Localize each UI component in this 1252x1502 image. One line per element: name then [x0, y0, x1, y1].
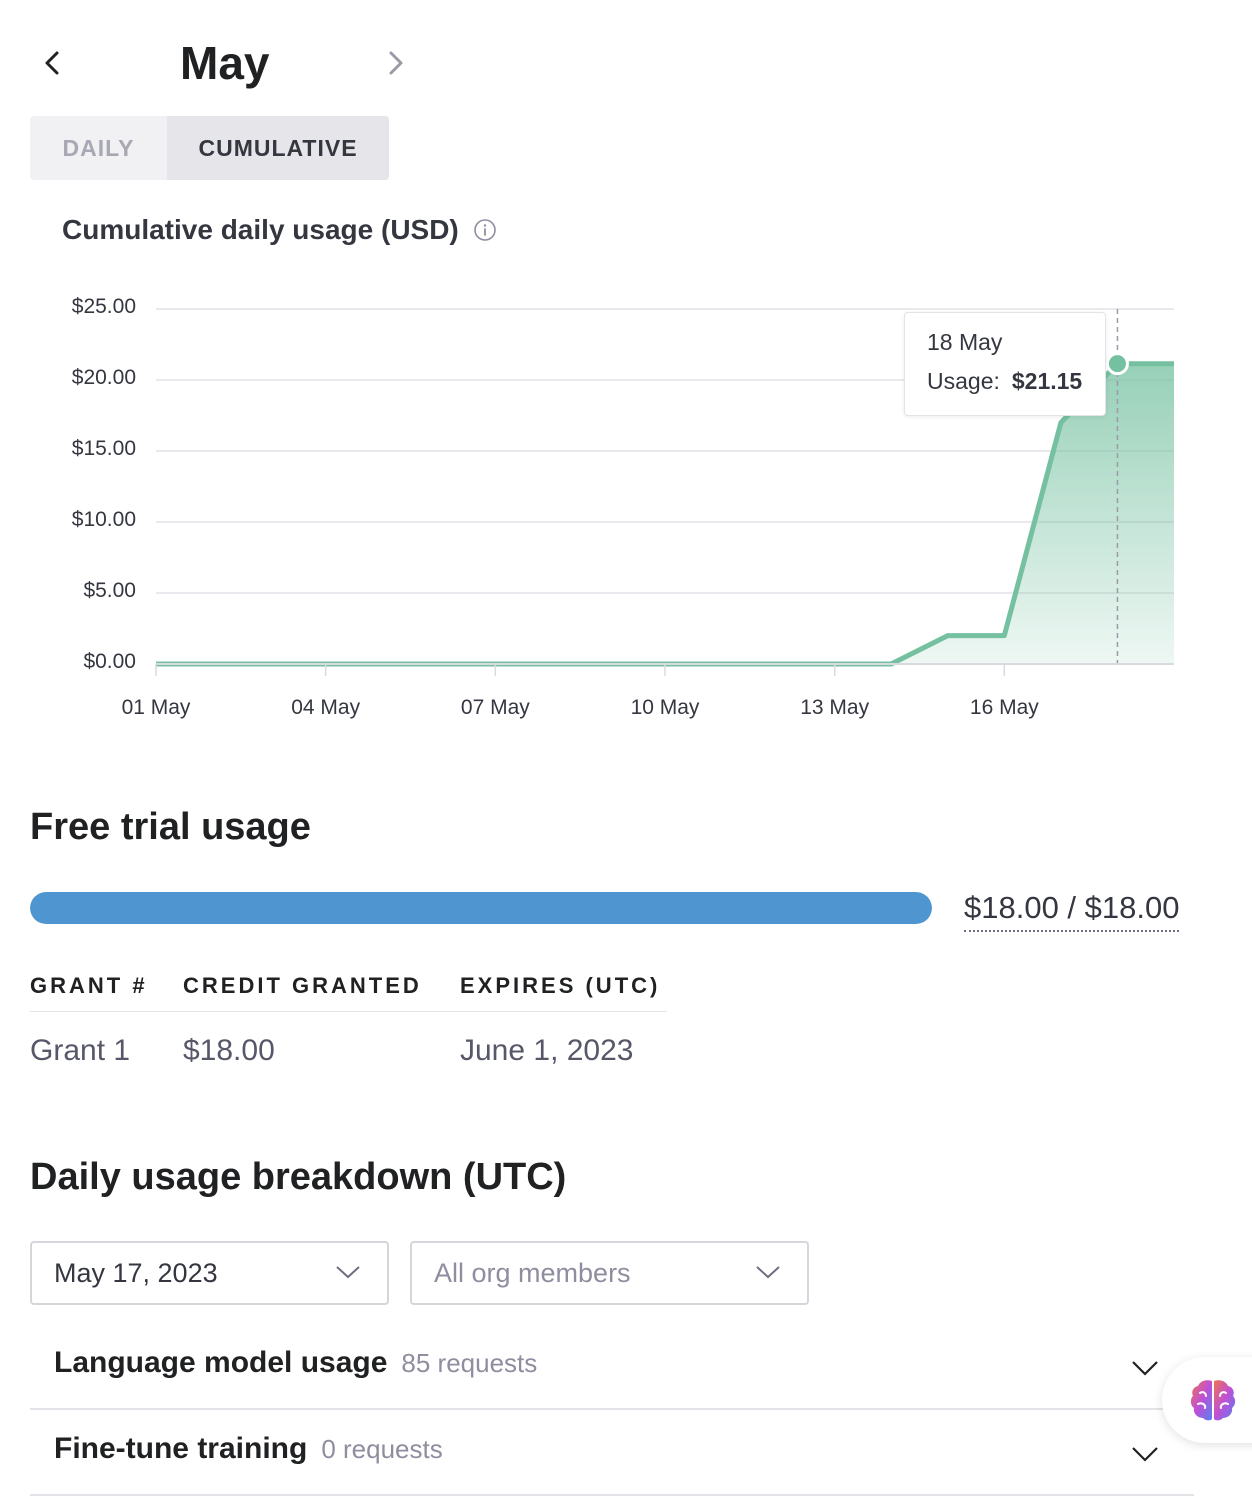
free-trial-progress-bar: [30, 892, 932, 924]
y-tick-label: $15.00: [72, 437, 136, 460]
date-select-value: May 17, 2023: [54, 1257, 218, 1288]
view-toggle: DAILY CUMULATIVE: [30, 116, 389, 180]
x-tick-label: 01 May: [122, 696, 191, 719]
date-select[interactable]: May 17, 2023: [30, 1241, 389, 1305]
grant-table: GRANT # CREDIT GRANTED EXPIRES (UTC) Gra…: [30, 960, 667, 1090]
y-tick-label: $0.00: [83, 650, 136, 673]
y-tick-label: $5.00: [83, 579, 136, 602]
accordion-title-text: Language model usage: [54, 1346, 388, 1379]
header-grant-number: GRANT #: [30, 972, 148, 998]
fine-tune-training-row[interactable]: Fine-tune training 0 requests: [30, 1410, 1194, 1496]
free-trial-progress-text[interactable]: $18.00 / $18.00: [964, 890, 1180, 932]
brain-icon: [1190, 1380, 1236, 1421]
chart-tooltip: 18 May Usage: $21.15: [904, 312, 1106, 416]
highlight-point: [1105, 352, 1129, 376]
members-select[interactable]: All org members: [410, 1241, 809, 1305]
chart-title-text: Cumulative daily usage (USD): [62, 214, 459, 245]
month-navigation: May: [30, 30, 430, 100]
chevron-down-icon: [1132, 1447, 1158, 1462]
x-tick-label: 13 May: [800, 696, 869, 719]
grant-name: Grant 1: [30, 1034, 131, 1067]
chart-title: Cumulative daily usage (USD): [62, 214, 497, 246]
table-row: Grant 1 $18.00 June 1, 2023: [30, 1012, 667, 1090]
chevron-down-icon: [756, 1266, 780, 1279]
header-expires: EXPIRES (UTC): [460, 972, 661, 998]
x-tick-label: 07 May: [461, 696, 530, 719]
toggle-cumulative-button[interactable]: CUMULATIVE: [167, 116, 389, 180]
request-count: 0 requests: [321, 1434, 443, 1464]
x-tick-label: 04 May: [291, 696, 360, 719]
x-tick-label: 10 May: [631, 696, 700, 719]
grant-credit: $18.00: [183, 1034, 275, 1067]
grant-table-header: GRANT # CREDIT GRANTED EXPIRES (UTC): [30, 960, 667, 1012]
y-tick-label: $20.00: [72, 366, 136, 389]
y-tick-label: $25.00: [72, 295, 136, 318]
accordion-title: Language model usage 85 requests: [54, 1346, 537, 1380]
accordion-title-text: Fine-tune training: [54, 1432, 308, 1465]
header-credit-granted: CREDIT GRANTED: [183, 972, 422, 998]
info-icon[interactable]: [473, 218, 497, 242]
free-trial-title: Free trial usage: [30, 806, 311, 848]
tooltip-row: Usage: $21.15: [927, 368, 1105, 395]
breakdown-title: Daily usage breakdown (UTC): [30, 1156, 567, 1198]
month-title: May: [180, 37, 270, 89]
tooltip-date: 18 May: [927, 329, 1003, 355]
tooltip-label: Usage:: [927, 368, 1000, 394]
toggle-daily-button[interactable]: DAILY: [30, 116, 167, 180]
y-tick-label: $10.00: [72, 508, 136, 531]
x-tick-label: 16 May: [970, 696, 1039, 719]
chevron-right-icon[interactable]: [380, 48, 410, 78]
language-model-usage-row[interactable]: Language model usage 85 requests: [30, 1324, 1194, 1410]
accordion-title: Fine-tune training 0 requests: [54, 1432, 443, 1466]
tooltip-value: $21.15: [1011, 368, 1083, 394]
progress-fill: [30, 892, 932, 924]
assistant-floating-button[interactable]: [1162, 1357, 1252, 1443]
grant-expiry: June 1, 2023: [460, 1034, 634, 1067]
request-count: 85 requests: [401, 1348, 538, 1378]
chevron-down-icon: [1132, 1361, 1158, 1376]
chevron-down-icon: [336, 1266, 360, 1279]
members-select-placeholder: All org members: [434, 1257, 631, 1288]
chevron-left-icon[interactable]: [38, 48, 68, 78]
